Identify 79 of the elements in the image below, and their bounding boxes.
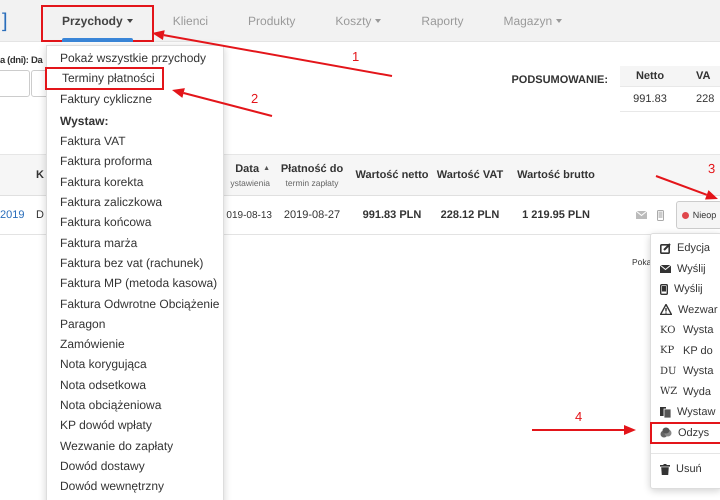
menu-item[interactable]: Faktura marża [47, 232, 223, 253]
menu-item[interactable]: Faktura Odwrotne Obciążenie [47, 294, 223, 314]
column-header: Netto [620, 66, 680, 86]
document-code: DU [660, 366, 677, 377]
column-header[interactable]: Wartość brutto [517, 169, 595, 181]
caret-icon [126, 18, 133, 22]
table-cell: 1 219.95 PLN [522, 209, 590, 221]
document-code: KP [660, 345, 676, 356]
column-header[interactable]: Wartość netto [356, 169, 428, 181]
field-label: a (dni): [0, 55, 28, 66]
menu-item[interactable]: Faktura VAT [47, 131, 223, 152]
table-cell: D [36, 209, 44, 221]
column-header: VA [680, 66, 720, 86]
menu-item[interactable]: Zamówienie [47, 334, 223, 354]
menu-item[interactable]: WZ Wyda [651, 382, 720, 402]
menu-item[interactable]: Wezwar [651, 300, 720, 320]
table-cell: 991.83 [620, 86, 680, 112]
menu-item[interactable]: Terminy płatności [46, 68, 163, 89]
coins-icon [660, 427, 672, 438]
caret-icon [556, 18, 562, 22]
table-cell: 991.83 PLN [362, 209, 422, 221]
menu-item[interactable]: KP dowód wpłaty [47, 415, 223, 436]
menu-item[interactable]: Faktura MP (metoda kasowa) [47, 273, 223, 294]
status-button[interactable]: Nieop [676, 201, 720, 229]
menu-item[interactable]: KP KP do [651, 340, 720, 361]
annotation-number: 2 [251, 92, 258, 106]
menu-item[interactable]: Wezwanie do zapłaty [47, 436, 223, 456]
menu-item[interactable]: Faktura końcowa [47, 212, 223, 233]
menu-item[interactable]: Faktury cykliczne [47, 88, 223, 109]
menu-item[interactable]: Faktura proforma [47, 151, 223, 172]
warning-icon [660, 304, 672, 316]
menu-item[interactable]: Nota odsetkowa [47, 374, 223, 396]
menu-item[interactable]: Wystaw [651, 402, 720, 422]
menu-item[interactable]: Odzys [651, 422, 720, 443]
phone-icon[interactable] [657, 210, 664, 220]
edit-icon [660, 242, 671, 254]
summary-title: PODSUMOWANIE: [511, 74, 608, 86]
column-subheader: termin zapłaty [286, 178, 338, 188]
caret-icon [375, 18, 382, 22]
annotation-number: 3 [708, 162, 716, 176]
menu-item[interactable]: Nota obciążeniowa [47, 395, 223, 416]
menu-header: Wystaw: [59, 112, 110, 130]
menu-item[interactable]: Faktura zaliczkowa [47, 192, 223, 212]
menu-item[interactable]: Nota korygująca [47, 354, 223, 375]
column-subheader: ystawienia [230, 178, 270, 188]
documents-icon [660, 406, 671, 418]
menu-item[interactable]: DU Wysta [651, 361, 720, 382]
table-cell: 019-08-13 [226, 210, 272, 220]
column-header[interactable]: Wartość VAT [436, 169, 504, 181]
document-code: WZ [660, 386, 677, 398]
annotation-number: 4 [575, 410, 582, 424]
annotation-number: 1 [352, 50, 360, 64]
menu-item[interactable]: Usuń [651, 459, 720, 480]
field-label: Da [31, 55, 42, 66]
menu-item[interactable]: Wyślij [651, 258, 720, 279]
menu-item[interactable]: Pokaż wszystkie przychody [47, 48, 223, 68]
phone-icon [660, 284, 668, 295]
input-field[interactable] [0, 70, 30, 97]
column-header[interactable]: K [36, 169, 44, 181]
menu-item[interactable]: KO Wysta [651, 320, 720, 340]
menu-item[interactable]: Wyślij [651, 279, 720, 300]
menu-item[interactable]: Dowód wewnętrzny [47, 476, 223, 497]
menu-item[interactable]: Edycja [651, 238, 720, 258]
trash-icon [660, 464, 670, 475]
table-cell: 228 [680, 86, 720, 112]
menu-item[interactable]: Paragon [47, 314, 223, 334]
table-cell: 228.12 PLN [440, 209, 500, 221]
envelope-icon[interactable] [636, 211, 647, 219]
menu-item[interactable]: Faktura bez vat (rachunek) [47, 252, 223, 274]
menu-item[interactable]: Dowód dostawy [47, 456, 223, 476]
menu-item[interactable]: Faktura korekta [47, 172, 223, 192]
invoice-link[interactable]: 2019 [0, 209, 24, 221]
envelope-icon [660, 264, 671, 273]
annotation-arrow [656, 175, 718, 200]
logo-text[interactable]: ] [0, 0, 42, 41]
column-header[interactable]: Płatność do [280, 162, 344, 174]
nav-tab[interactable]: Przychody [42, 6, 153, 41]
document-code: KO [660, 324, 676, 336]
table-cell: 2019-08-27 [284, 209, 340, 221]
